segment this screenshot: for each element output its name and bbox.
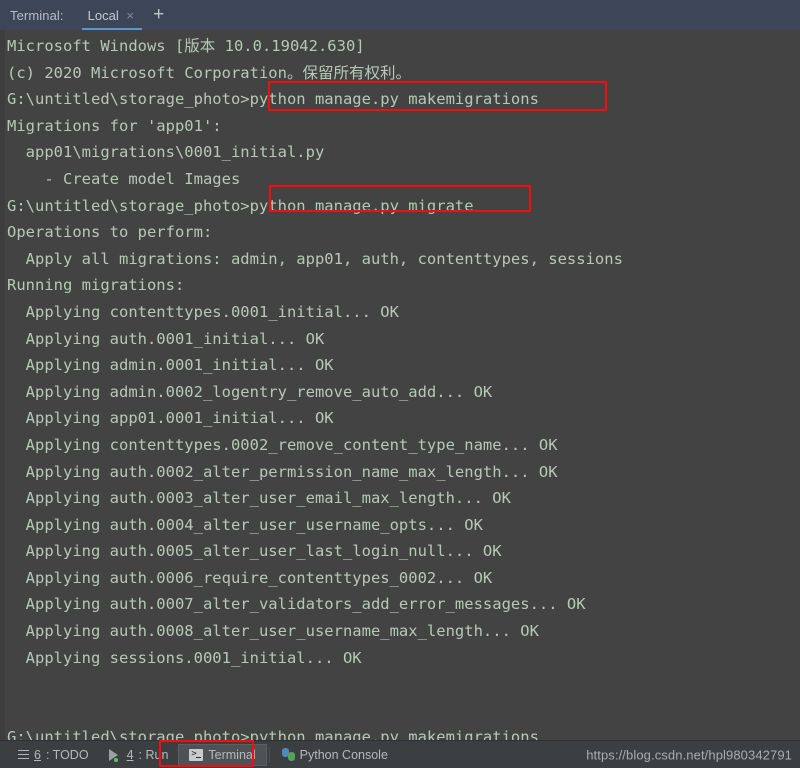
python-icon (281, 748, 295, 761)
terminal-line: Applying auth.0003_alter_user_email_max_… (7, 489, 511, 508)
terminal-line: Applying app01.0001_initial... OK (7, 409, 334, 428)
python-console-label: Python Console (299, 747, 388, 762)
terminal-line: Applying auth.0001_initial... OK (7, 329, 325, 348)
terminal-line: Operations to perform: (7, 223, 213, 242)
close-icon[interactable]: × (125, 9, 136, 22)
sidebar-item-run[interactable]: 4 : Run (99, 744, 179, 766)
watermark-url: https://blog.csdn.net/hpl980342791 (586, 747, 792, 762)
terminal-label: Terminal (208, 747, 256, 762)
terminal-line: G:\untitled\storage_photo>python manage.… (7, 196, 474, 215)
terminal-line: Applying contenttypes.0002_remove_conten… (7, 435, 558, 454)
terminal-line: Applying admin.0002_logentry_remove_auto… (7, 382, 493, 401)
terminal-line: G:\untitled\storage_photo>python manage.… (7, 728, 539, 740)
run-label: : Run (138, 747, 169, 762)
terminal-output-area[interactable]: Microsoft Windows [版本 10.0.19042.630] (c)… (0, 30, 800, 740)
terminal-line: Applying admin.0001_initial... OK (7, 356, 334, 375)
terminal-line: Microsoft Windows [版本 10.0.19042.630] (7, 37, 365, 55)
todo-label: : TODO (45, 747, 89, 762)
terminal-line: Applying contenttypes.0001_initial... OK (7, 302, 399, 321)
terminal-tab-bar-label: Terminal: (10, 7, 64, 23)
terminal-lines: Microsoft Windows [版本 10.0.19042.630] (c)… (7, 33, 800, 740)
terminal-line: Applying auth.0005_alter_user_last_login… (7, 542, 502, 561)
bottom-tool-window-bar: 6 : TODO 4 : Run Terminal Python Console… (0, 740, 800, 768)
terminal-line: Running migrations: (7, 276, 185, 295)
terminal-line: Applying auth.0002_alter_permission_name… (7, 462, 558, 481)
add-tab-icon[interactable]: + (146, 0, 172, 30)
sidebar-item-python-console[interactable]: Python Console (272, 744, 398, 766)
terminal-tab-bar: Terminal: Local × + (0, 0, 800, 30)
terminal-line: Applying auth.0006_require_contenttypes_… (7, 568, 493, 587)
pycharm-terminal-window: Terminal: Local × + Microsoft Windows [版… (0, 0, 800, 768)
terminal-line: app01\migrations\0001_initial.py (7, 143, 325, 162)
statusbar-divider (268, 746, 270, 763)
terminal-line: G:\untitled\storage_photo>python manage.… (7, 90, 539, 109)
todo-mnemonic: 6 (34, 747, 41, 762)
terminal-left-gutter (0, 30, 5, 740)
terminal-icon (189, 748, 204, 761)
tab-local[interactable]: Local × (78, 0, 146, 30)
terminal-line: - Create model Images (7, 169, 241, 188)
terminal-line: Applying auth.0004_alter_user_username_o… (7, 515, 483, 534)
play-icon (108, 748, 122, 762)
run-mnemonic: 4 (126, 747, 134, 762)
sidebar-item-todo[interactable]: 6 : TODO (8, 744, 99, 766)
terminal-line: (c) 2020 Microsoft Corporation。保留所有权利。 (7, 63, 411, 82)
list-icon (18, 750, 29, 759)
terminal-line: Applying auth.0008_alter_user_username_m… (7, 622, 539, 641)
terminal-line: Applying auth.0007_alter_validators_add_… (7, 595, 586, 614)
tab-local-label: Local (87, 7, 119, 23)
terminal-line: Apply all migrations: admin, app01, auth… (7, 249, 623, 268)
terminal-line: Applying sessions.0001_initial... OK (7, 648, 362, 667)
terminal-line: Migrations for 'app01': (7, 116, 222, 135)
sidebar-item-terminal[interactable]: Terminal (178, 743, 267, 766)
